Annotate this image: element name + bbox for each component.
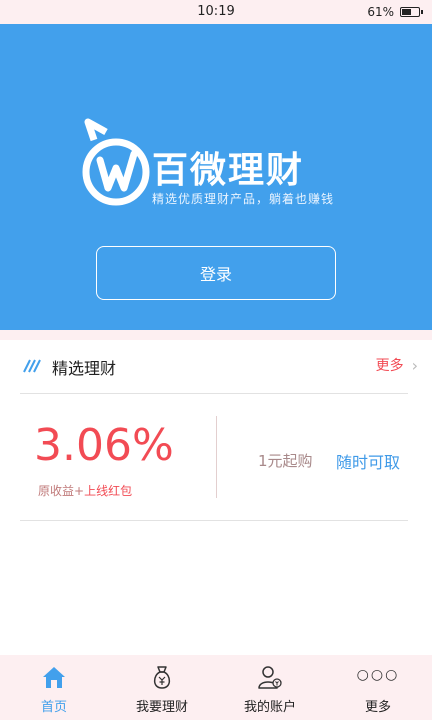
nav-item-more[interactable]: ○○○ 更多: [324, 655, 432, 720]
nav-label-more: 更多: [364, 700, 391, 715]
more-label: 更多: [375, 358, 404, 374]
base-yield-label: 原收益+: [38, 484, 85, 498]
status-right: 61%: [367, 0, 423, 24]
battery-icon: [400, 7, 423, 17]
hero-banner: 百微理财 精选优质理财产品，躺着也赚钱 登录: [0, 24, 432, 330]
section-separator: [0, 330, 432, 340]
redeem-anytime: 随时可取: [336, 453, 401, 472]
nav-label-home: 首页: [40, 700, 67, 715]
product-card[interactable]: 3.06% 原收益+上线红包 1元起购 随时可取: [0, 394, 432, 520]
user-icon: [258, 666, 282, 689]
bottom-nav: 首页 我要理财 我的账户 ○○○ 更多: [0, 655, 432, 720]
yield-note: 原收益+上线红包: [38, 482, 132, 499]
section-title: 精选理财: [52, 359, 117, 378]
more-dots-icon: ○○○: [356, 667, 400, 683]
nav-label-invest: 我要理财: [135, 700, 188, 715]
more-link[interactable]: 更多 ›: [376, 355, 418, 375]
home-icon: [43, 667, 65, 688]
battery-percent: 61%: [367, 5, 394, 19]
bonus-label: 上线红包: [84, 484, 133, 498]
nav-label-account: 我的账户: [243, 700, 296, 715]
divider: [20, 520, 408, 521]
vertical-divider: [216, 416, 217, 498]
section-header: 精选理财 更多 ›: [0, 340, 432, 394]
status-bar: 10:19 61%: [0, 0, 432, 24]
login-button[interactable]: 登录: [96, 246, 336, 300]
chevron-right-icon: ›: [411, 355, 418, 375]
money-bag-icon: [153, 666, 171, 689]
brand-name: 百微理财: [152, 150, 305, 191]
battery-fill: [402, 9, 411, 15]
min-purchase: 1元起购: [258, 452, 313, 470]
nav-item-invest[interactable]: 我要理财: [108, 655, 216, 720]
nav-item-account[interactable]: 我的账户: [216, 655, 324, 720]
stripes-icon: [23, 359, 41, 373]
yield-rate: 3.06%: [34, 420, 174, 471]
brand-tagline: 精选优质理财产品，躺着也赚钱: [152, 192, 335, 206]
nav-item-home[interactable]: 首页: [0, 655, 108, 720]
